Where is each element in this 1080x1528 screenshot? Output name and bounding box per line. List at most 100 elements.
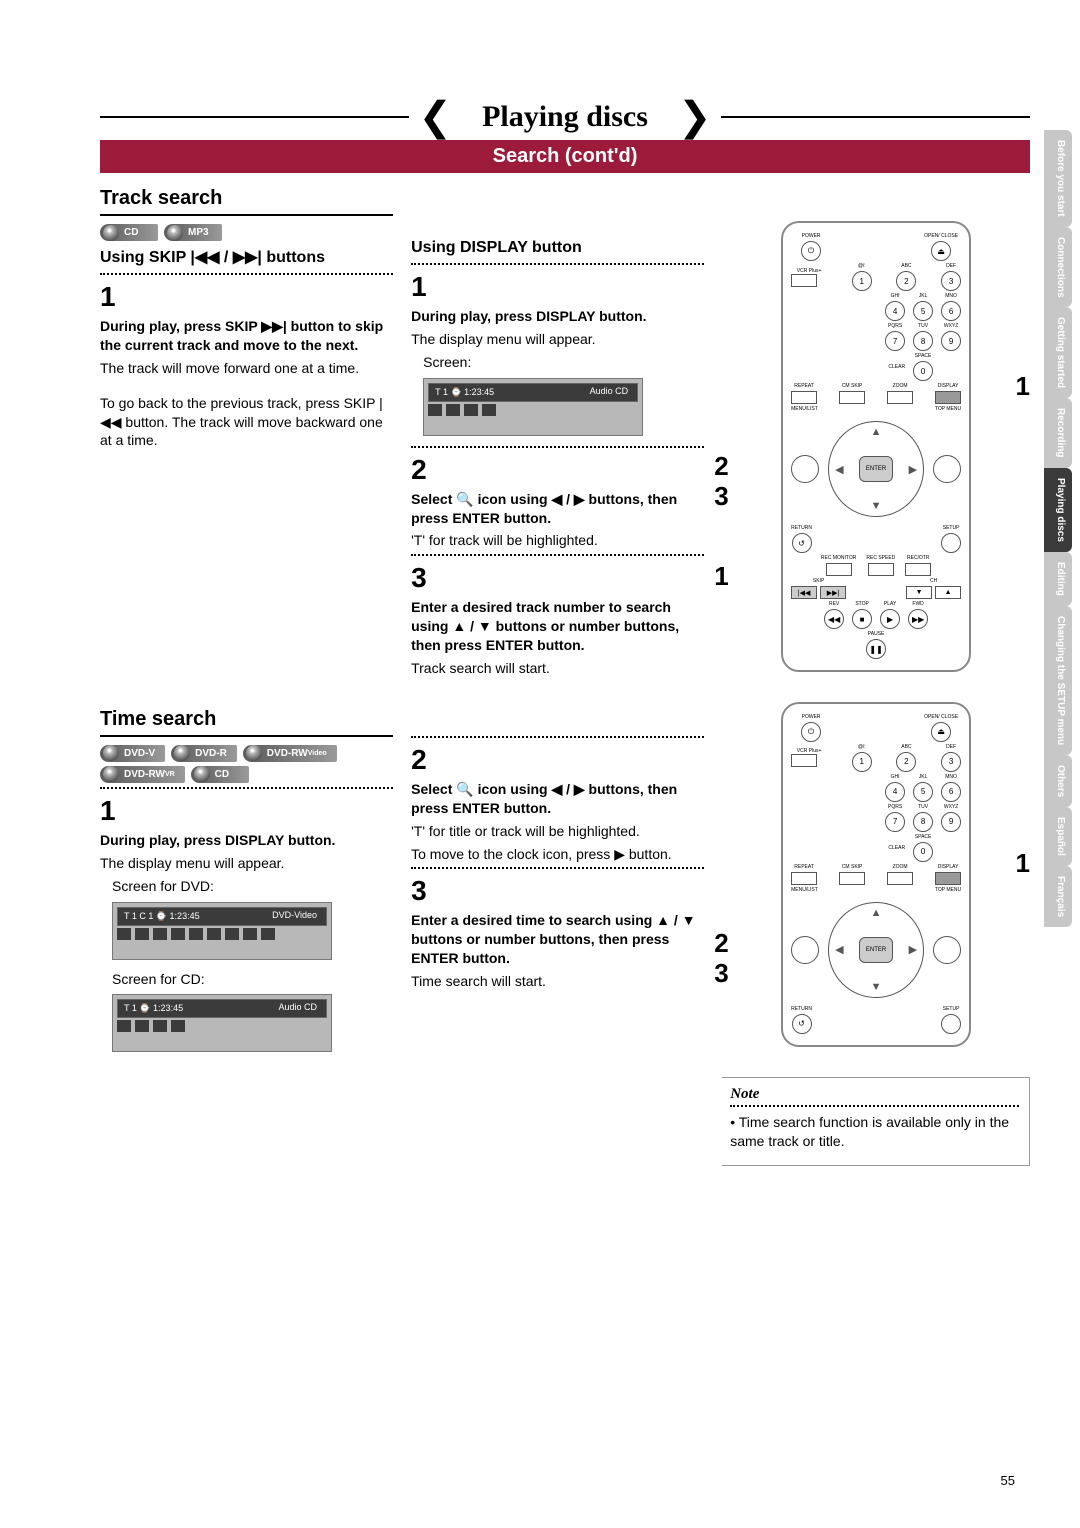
label-space: SPACE bbox=[915, 354, 932, 359]
callout-2-lower: 2 bbox=[714, 928, 728, 959]
up-arrow-icon: ▲ bbox=[871, 426, 882, 438]
label-topmenu: TOP MENU bbox=[935, 407, 961, 412]
num-1: 1 bbox=[852, 271, 872, 291]
note-label: Note bbox=[730, 1086, 759, 1102]
badge-mp3: MP3 bbox=[164, 224, 222, 241]
menulist-button-2 bbox=[791, 936, 819, 964]
page-number: 55 bbox=[1001, 1473, 1015, 1488]
screen-mock-cd: T 1 ⌚ 1:23:45 Audio CD bbox=[112, 994, 332, 1052]
callout-2-top: 2 bbox=[714, 451, 728, 482]
label-power2: POWER bbox=[802, 715, 821, 720]
ts-step3-text: Time search will start. bbox=[411, 972, 704, 991]
sidetab-getting-started: Getting started bbox=[1044, 307, 1072, 398]
label-recotr: REC/OTR bbox=[907, 556, 930, 561]
label-pqrs: PQRS bbox=[888, 324, 902, 329]
setup-button bbox=[941, 533, 961, 553]
callout-1-skip: 1 bbox=[714, 561, 728, 592]
rev-button: ◀◀ bbox=[824, 609, 844, 629]
num-9: 9 bbox=[941, 331, 961, 351]
ts-caption-dvd: Screen for DVD: bbox=[112, 877, 393, 896]
badge-cd: CD bbox=[100, 224, 158, 241]
sidetab-playing-discs: Playing discs bbox=[1044, 468, 1072, 552]
screen-mock-dvd: T 1 C 1 ⌚ 1:23:45 DVD-Video bbox=[112, 902, 332, 960]
label-ch: CH bbox=[930, 579, 937, 584]
screen-disc-type: Audio CD bbox=[584, 385, 635, 397]
skip-fwd-button: ▶▶| bbox=[820, 586, 846, 599]
ts-step-3: 3 bbox=[411, 875, 704, 907]
ts-step2-text2: To move to the clock icon, press ▶ butto… bbox=[411, 845, 704, 864]
num-3-b: 3 bbox=[941, 752, 961, 772]
left-arrow-icon: ◀ bbox=[835, 463, 843, 476]
ts-step3-bold: Enter a desired time to search using ▲ /… bbox=[411, 911, 704, 968]
dotted-rule bbox=[100, 273, 393, 275]
dotted-rule bbox=[411, 554, 704, 556]
pause-button: ❚❚ bbox=[866, 639, 886, 659]
label-repeat: REPEAT bbox=[794, 384, 814, 389]
display-step2-bold: Select 🔍 icon using ◀ / ▶ buttons, then … bbox=[411, 490, 704, 528]
label-pause: PAUSE bbox=[868, 632, 885, 637]
callout-3-top: 3 bbox=[714, 481, 728, 512]
vcrplus-button bbox=[791, 274, 817, 287]
sidetab-setup: Changing the SETUP menu bbox=[1044, 606, 1072, 755]
num-1-b: 1 bbox=[852, 752, 872, 772]
badge-dvdv: DVD-V bbox=[100, 745, 165, 762]
num-4-b: 4 bbox=[885, 782, 905, 802]
label-mno: MNO bbox=[945, 294, 957, 299]
screen-disc-type-cd2: Audio CD bbox=[272, 1001, 323, 1013]
display-step2-text: 'T' for track will be highlighted. bbox=[411, 531, 704, 550]
label-wxyz: WXYZ bbox=[944, 324, 958, 329]
label-open2: OPEN/ CLOSE bbox=[924, 715, 958, 720]
num-6-b: 6 bbox=[941, 782, 961, 802]
brace-left: ❮ bbox=[419, 107, 453, 127]
label-ghi: GHI bbox=[891, 294, 900, 299]
badge-dvdrw-video: DVD-RWVideo bbox=[243, 745, 337, 762]
callout-1-top: 1 bbox=[1016, 371, 1030, 402]
num-2-b: 2 bbox=[896, 752, 916, 772]
sidetab-before: Before you start bbox=[1044, 130, 1072, 227]
sidetab-editing: Editing bbox=[1044, 552, 1072, 606]
callout-3-lower: 3 bbox=[714, 958, 728, 989]
display-step1-bold: During play, press DISPLAY button. bbox=[411, 307, 704, 326]
num-7-b: 7 bbox=[885, 812, 905, 832]
display-button-2 bbox=[935, 872, 961, 885]
enter-button-2: ENTER bbox=[859, 937, 893, 963]
time-search-heading: Time search bbox=[100, 708, 393, 737]
badge-cd-2: CD bbox=[191, 766, 249, 783]
using-skip-heading: Using SKIP |◀◀ / ▶▶| buttons bbox=[100, 247, 393, 267]
num-5-b: 5 bbox=[913, 782, 933, 802]
step-number-2: 2 bbox=[411, 454, 704, 486]
down-arrow-icon: ▼ bbox=[871, 500, 882, 512]
label-vcrplus: VCR Plus+ bbox=[791, 269, 827, 274]
screen-caption: Screen: bbox=[423, 353, 704, 372]
note-box: Note • Time search function is available… bbox=[722, 1077, 1030, 1166]
recotr-button bbox=[905, 563, 931, 576]
right-arrow-icon-2: ▶ bbox=[909, 943, 917, 956]
repeat-button bbox=[791, 391, 817, 404]
dotted-rule bbox=[730, 1105, 1019, 1107]
label-skip: SKIP bbox=[813, 579, 824, 584]
label-power: POWER bbox=[802, 234, 821, 239]
num-6: 6 bbox=[941, 301, 961, 321]
note-text: • Time search function is available only… bbox=[730, 1113, 1019, 1151]
label-stop: STOP bbox=[855, 602, 869, 607]
eject-button-icon-2: ⏏ bbox=[931, 722, 951, 742]
section-banner: Search (cont'd) bbox=[100, 140, 1030, 173]
screen-strip-dvd: T 1 C 1 ⌚ 1:23:45 bbox=[124, 911, 200, 922]
remote-control-diagram-lower: POWER⏻ OPEN/ CLOSE⏏ VCR Plus+ @/:1 ABC2 … bbox=[781, 702, 971, 1047]
dotted-rule bbox=[411, 736, 704, 738]
label-abc: ABC bbox=[901, 264, 911, 269]
label-def: DEF bbox=[946, 264, 956, 269]
power-button-icon: ⏻ bbox=[801, 241, 821, 261]
skip-instruction-bold: During play, press SKIP ▶▶| button to sk… bbox=[100, 317, 393, 355]
num-5: 5 bbox=[913, 301, 933, 321]
num-8-b: 8 bbox=[913, 812, 933, 832]
dotted-rule bbox=[411, 867, 704, 869]
label-at: @/: bbox=[858, 264, 866, 269]
up-arrow-icon-2: ▲ bbox=[871, 907, 882, 919]
dotted-rule bbox=[100, 787, 393, 789]
dotted-rule bbox=[411, 263, 704, 265]
num-2: 2 bbox=[896, 271, 916, 291]
display-step1-text: The display menu will appear. bbox=[411, 330, 704, 349]
ts-step1-text: The display menu will appear. bbox=[100, 854, 393, 873]
badge-dvdr: DVD-R bbox=[171, 745, 237, 762]
